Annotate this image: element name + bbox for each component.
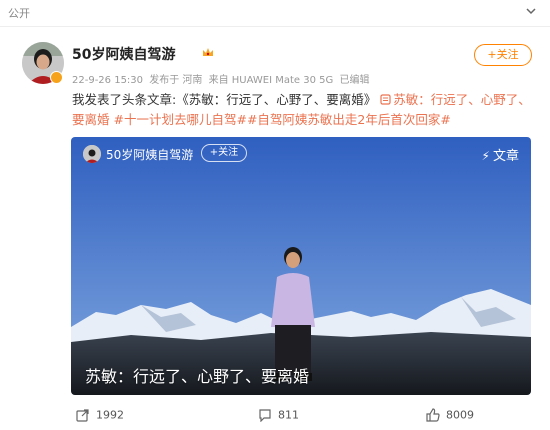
like-button[interactable]: 8009 bbox=[426, 408, 474, 422]
comment-icon bbox=[259, 409, 271, 423]
post-meta: 22-9-26 15:30 发布于 河南 来自 HUAWEI Mate 30 5… bbox=[72, 71, 372, 86]
crown-icon bbox=[203, 48, 213, 56]
article-title: 苏敏：行远了、心野了、要离婚 bbox=[85, 367, 310, 386]
thumbs-up-icon bbox=[426, 408, 440, 422]
edited-label[interactable]: 已编辑 bbox=[339, 75, 369, 86]
visibility-bar: 公开 bbox=[0, 0, 550, 26]
article-cover-image bbox=[71, 137, 531, 395]
article-tag: ⚡ 文章 bbox=[482, 145, 519, 164]
divider bbox=[0, 26, 550, 27]
lightning-icon: ⚡ bbox=[481, 149, 490, 163]
chevron-down-icon[interactable] bbox=[524, 4, 538, 18]
post-source: 来自 HUAWEI Mate 30 5G bbox=[208, 75, 334, 86]
post-location: 发布于 河南 bbox=[149, 75, 203, 86]
comment-button[interactable]: 811 bbox=[258, 408, 299, 423]
visibility-label: 公开 bbox=[8, 7, 30, 20]
article-card[interactable]: 50岁阿姨自驾游 +关注 ⚡ 文章 苏敏：行远了、心野了、要离婚 bbox=[71, 137, 531, 395]
article-tag-label: 文章 bbox=[492, 149, 519, 164]
article-link-icon bbox=[380, 94, 391, 105]
card-avatar-portrait bbox=[83, 145, 101, 163]
follow-button[interactable]: +关注 bbox=[474, 44, 532, 66]
share-icon bbox=[76, 409, 89, 422]
card-author-name[interactable]: 50岁阿姨自驾游 bbox=[106, 146, 193, 163]
action-bar: 1992 811 8009 bbox=[0, 400, 550, 430]
post-time[interactable]: 22-9-26 15:30 bbox=[72, 75, 143, 86]
username[interactable]: 50岁阿姨自驾游 bbox=[72, 44, 175, 64]
card-author-avatar[interactable] bbox=[83, 145, 101, 163]
hashtag-link[interactable]: #自驾阿姨苏敏出走2年后首次回家# bbox=[247, 112, 451, 127]
like-count: 8009 bbox=[446, 408, 474, 422]
post-text-prefix: 我发表了头条文章:《苏敏：行远了、心野了、要离婚》 bbox=[72, 92, 377, 107]
card-follow-button[interactable]: +关注 bbox=[201, 144, 247, 162]
post-text: 我发表了头条文章:《苏敏：行远了、心野了、要离婚》 苏敏：行远了、心野了、要离婚… bbox=[72, 90, 532, 130]
comment-count: 811 bbox=[278, 408, 299, 422]
verified-badge-icon bbox=[50, 71, 63, 84]
share-count: 1992 bbox=[96, 408, 124, 422]
share-button[interactable]: 1992 bbox=[76, 408, 124, 422]
hashtag-link[interactable]: #十一计划去哪儿自驾# bbox=[114, 112, 247, 127]
